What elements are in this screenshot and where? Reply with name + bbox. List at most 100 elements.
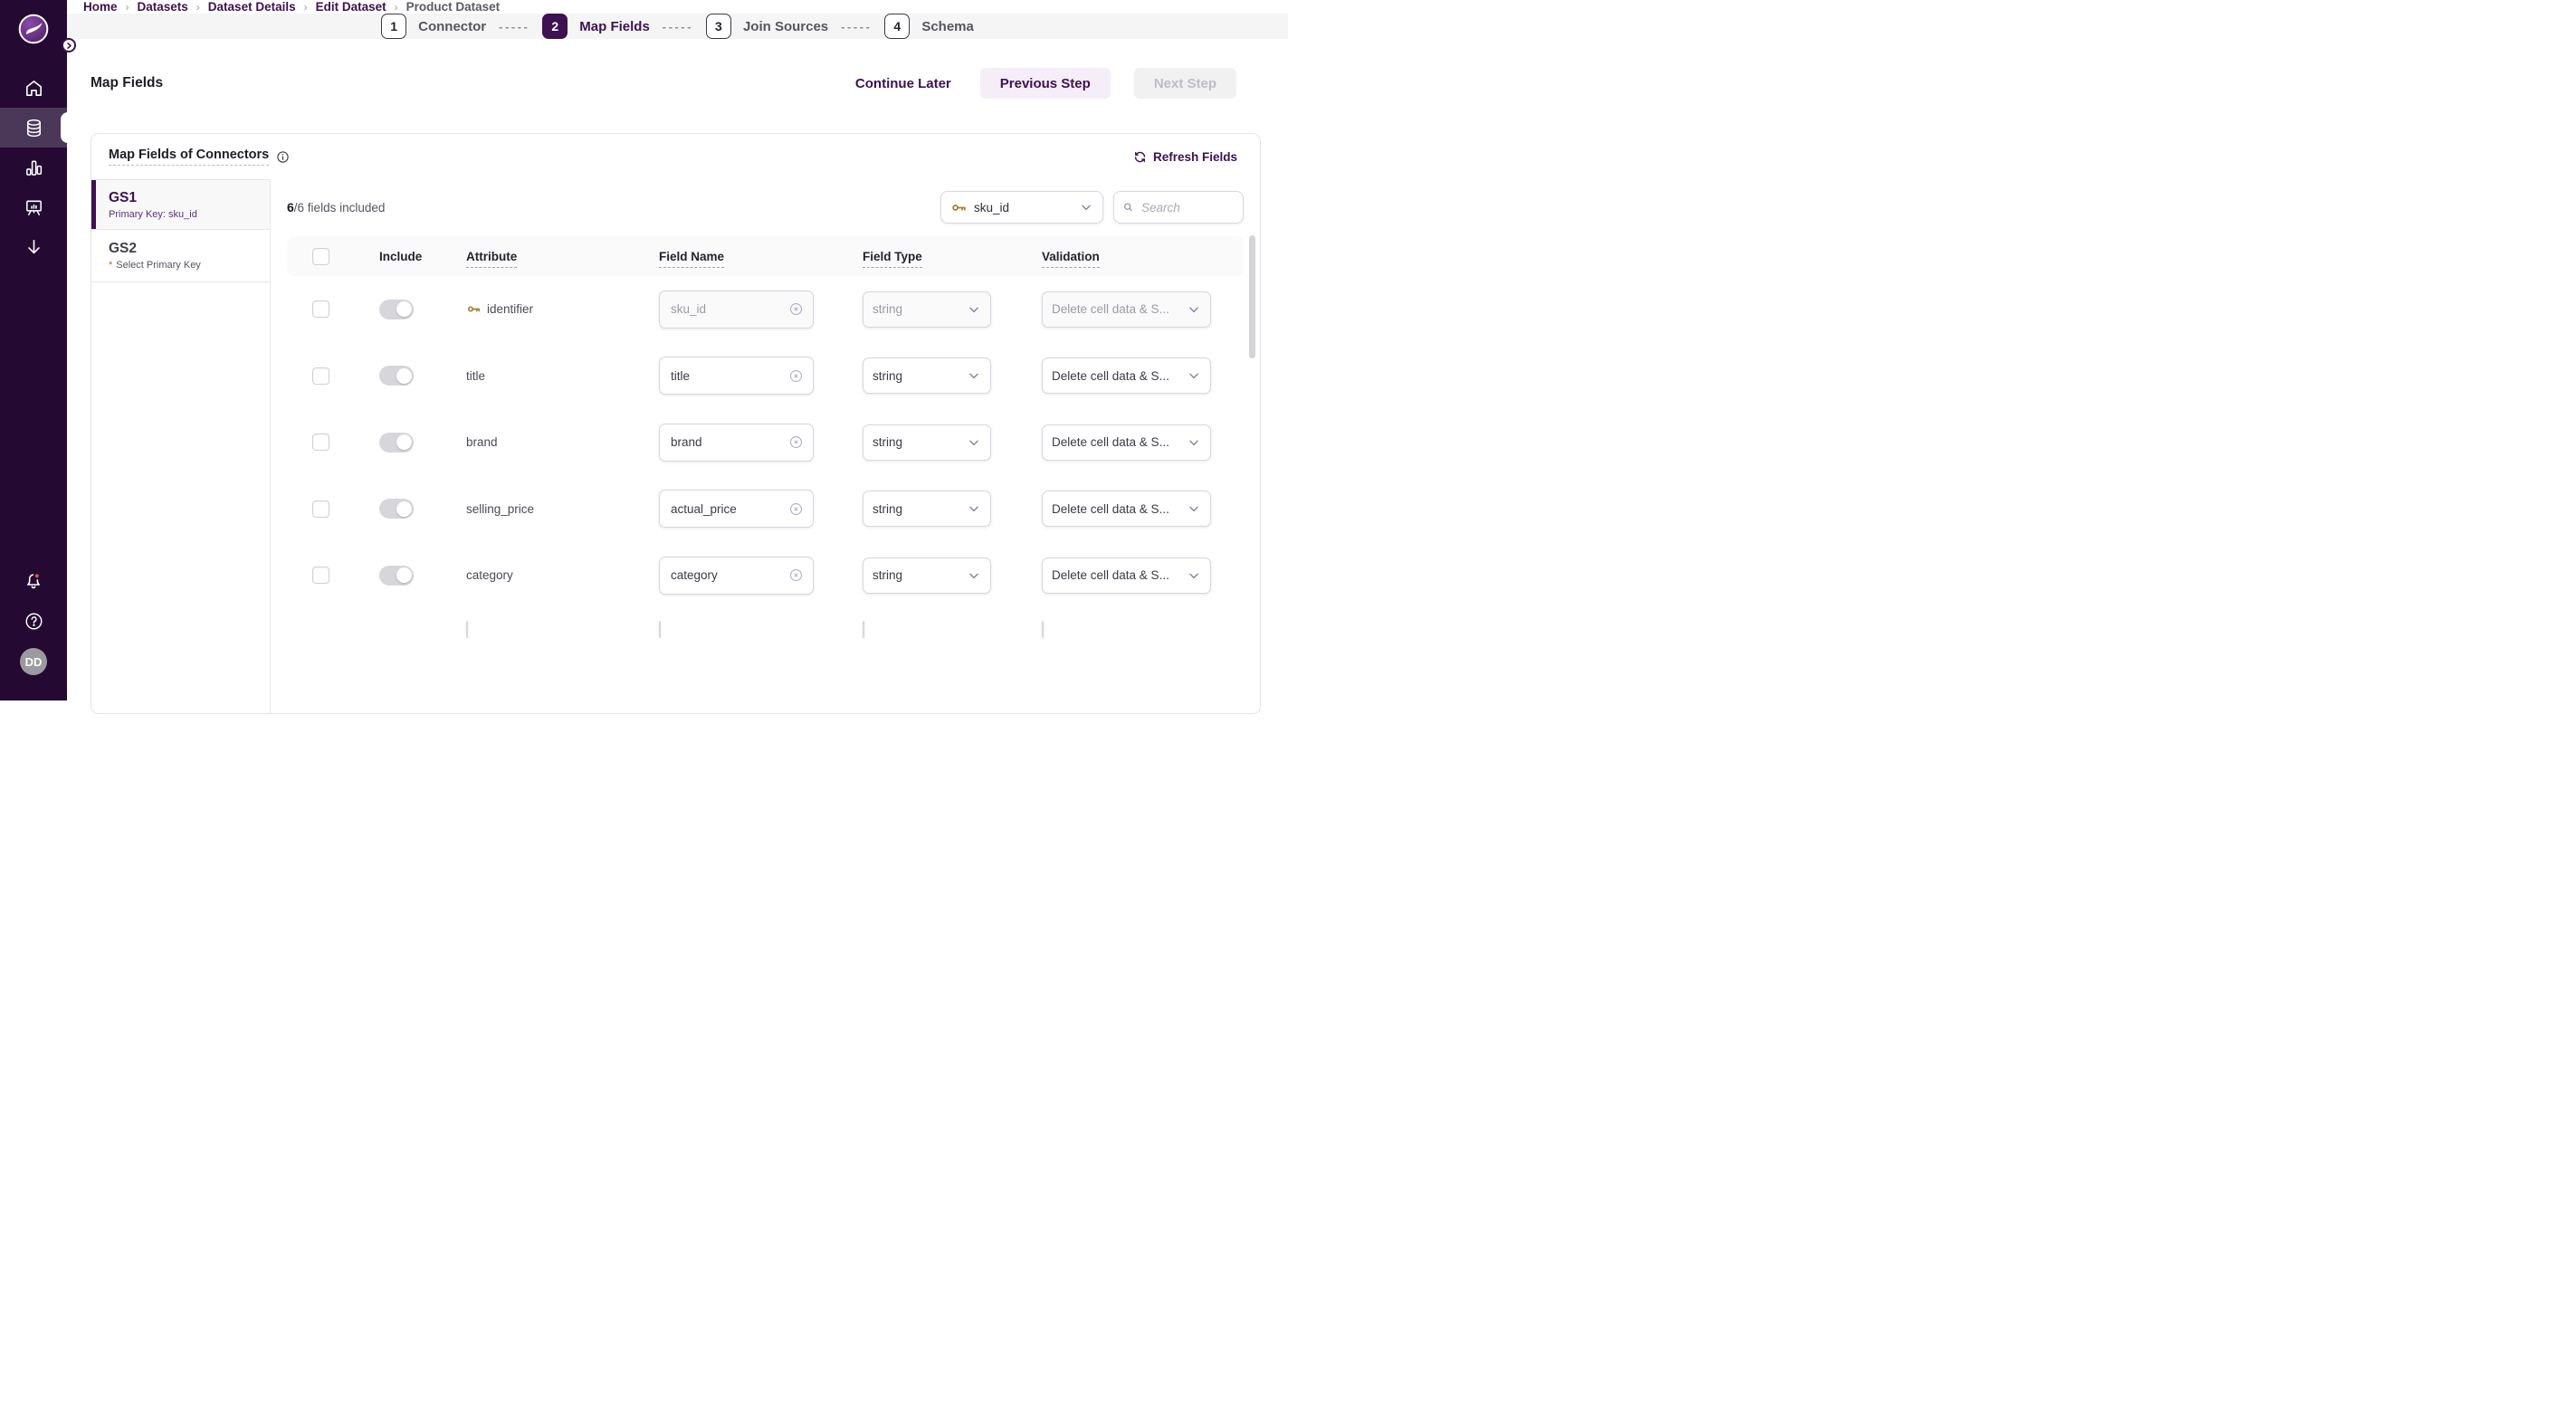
clear-field-button[interactable] — [788, 368, 804, 384]
include-toggle[interactable] — [379, 300, 414, 319]
sidebar-item-download[interactable] — [0, 227, 67, 267]
notifications-button[interactable] — [0, 561, 67, 601]
sidebar-item-analytics[interactable] — [0, 148, 67, 187]
wizard-stepper: 1 Connector ----- 2 Map Fields ----- 3 J… — [67, 14, 1288, 39]
field-name-input-wrap — [659, 557, 814, 595]
attribute-cell: identifier — [443, 301, 659, 317]
toggle-knob — [396, 368, 412, 384]
breadcrumb-link-dataset-details[interactable]: Dataset Details — [208, 0, 296, 14]
tab-gs2[interactable]: GS2 *Select Primary Key — [91, 229, 270, 282]
clear-icon — [788, 567, 804, 583]
field-type-select[interactable]: string — [863, 291, 991, 328]
search-icon — [1122, 200, 1134, 214]
partial-input[interactable] — [466, 621, 468, 638]
row-checkbox[interactable] — [312, 367, 329, 385]
vertical-scrollbar-thumb[interactable] — [1249, 235, 1255, 358]
field-name-input[interactable] — [669, 368, 788, 384]
step-label: Map Fields — [579, 19, 650, 34]
sidebar-item-presentation[interactable] — [0, 187, 67, 227]
clear-field-button[interactable] — [788, 301, 804, 317]
table-row: brand string Delete cell data & S... — [287, 409, 1244, 476]
validation-select[interactable]: Delete cell data & S... — [1042, 357, 1211, 394]
include-toggle[interactable] — [379, 433, 414, 453]
refresh-fields-label: Refresh Fields — [1153, 150, 1237, 164]
sidebar-expand-button[interactable] — [62, 38, 76, 52]
breadcrumb-link-datasets[interactable]: Datasets — [138, 0, 188, 14]
column-header-include: Include — [356, 250, 443, 263]
field-name-input[interactable] — [669, 434, 788, 450]
breadcrumb-separator: › — [304, 1, 308, 14]
chevron-down-icon — [1187, 435, 1201, 450]
sidebar-item-datasets[interactable] — [0, 108, 67, 148]
field-type-select[interactable]: string — [863, 558, 991, 594]
row-checkbox[interactable] — [312, 567, 329, 584]
attribute-cell: category — [443, 568, 659, 582]
key-icon — [466, 301, 482, 317]
select-all-checkbox[interactable] — [312, 248, 329, 265]
app-logo[interactable] — [18, 14, 49, 44]
previous-step-button[interactable]: Previous Step — [980, 68, 1111, 99]
header-actions: Continue Later Previous Step Next Step — [850, 68, 1261, 99]
step-join-sources[interactable]: 3 Join Sources — [706, 14, 828, 39]
include-toggle[interactable] — [379, 566, 414, 586]
partial-input[interactable] — [659, 621, 661, 638]
step-schema[interactable]: 4 Schema — [884, 14, 974, 39]
tab-gs1[interactable]: GS1 Primary Key: sku_id — [91, 179, 270, 229]
step-map-fields[interactable]: 2 Map Fields — [542, 14, 650, 39]
page-header: Map Fields Continue Later Previous Step … — [91, 68, 1261, 99]
clear-icon — [788, 501, 804, 517]
field-name-input[interactable] — [669, 501, 788, 517]
step-number: 2 — [542, 14, 568, 39]
attribute-cell: brand — [443, 435, 659, 449]
search-input[interactable] — [1140, 200, 1235, 215]
field-type-select[interactable]: string — [863, 424, 991, 461]
include-toggle[interactable] — [379, 499, 414, 519]
clear-field-button[interactable] — [788, 434, 804, 450]
refresh-fields-button[interactable]: Refresh Fields — [1128, 149, 1243, 165]
primary-key-dropdown[interactable]: sku_id — [940, 191, 1103, 224]
field-type-select[interactable]: string — [863, 357, 991, 394]
field-name-input-wrap — [659, 357, 814, 395]
chevron-down-icon — [967, 435, 981, 450]
sidebar-bottom: DD — [0, 561, 67, 700]
clear-field-button[interactable] — [788, 567, 804, 583]
row-checkbox[interactable] — [312, 500, 329, 518]
attribute-cell: title — [443, 369, 659, 383]
validation-select[interactable]: Delete cell data & S... — [1042, 291, 1211, 328]
row-checkbox[interactable] — [312, 300, 329, 318]
field-type-select[interactable]: string — [863, 491, 991, 527]
partial-input[interactable] — [863, 621, 864, 638]
sidebar-item-home[interactable] — [0, 68, 67, 108]
field-name-input[interactable] — [669, 301, 788, 317]
attribute-label: identifier — [487, 302, 533, 316]
partial-input[interactable] — [1042, 621, 1044, 638]
breadcrumb-link-edit-dataset[interactable]: Edit Dataset — [316, 0, 386, 14]
main-area: Home › Datasets › Dataset Details › Edit… — [67, 0, 1288, 700]
chevron-down-icon — [967, 568, 981, 583]
user-avatar[interactable]: DD — [20, 648, 47, 675]
info-button[interactable] — [276, 150, 290, 164]
validation-select[interactable]: Delete cell data & S... — [1042, 491, 1211, 527]
help-button[interactable] — [0, 601, 67, 641]
column-header-field-name: Field Name — [659, 250, 863, 263]
include-toggle[interactable] — [379, 366, 414, 386]
next-step-button[interactable]: Next Step — [1134, 68, 1236, 99]
validation-select[interactable]: Delete cell data & S... — [1042, 424, 1211, 461]
field-name-input[interactable] — [669, 567, 788, 583]
validation-select[interactable]: Delete cell data & S... — [1042, 558, 1211, 594]
clear-field-button[interactable] — [788, 501, 804, 517]
breadcrumb-link-home[interactable]: Home — [83, 0, 118, 14]
row-checkbox[interactable] — [312, 434, 329, 451]
chevron-down-icon — [967, 302, 981, 317]
step-label: Connector — [418, 19, 486, 34]
table-row: title string Delete cell data & S... — [287, 343, 1244, 410]
step-connector[interactable]: 1 Connector — [381, 14, 486, 39]
clear-icon — [788, 434, 804, 450]
attribute-label: category — [466, 568, 513, 582]
step-connector-dash: ----- — [499, 20, 530, 33]
key-icon — [950, 199, 968, 216]
attribute-label: brand — [466, 435, 498, 449]
continue-later-button[interactable]: Continue Later — [850, 75, 957, 92]
step-label: Join Sources — [743, 19, 828, 34]
table-row: identifier string Delete cell data & S..… — [287, 276, 1244, 343]
